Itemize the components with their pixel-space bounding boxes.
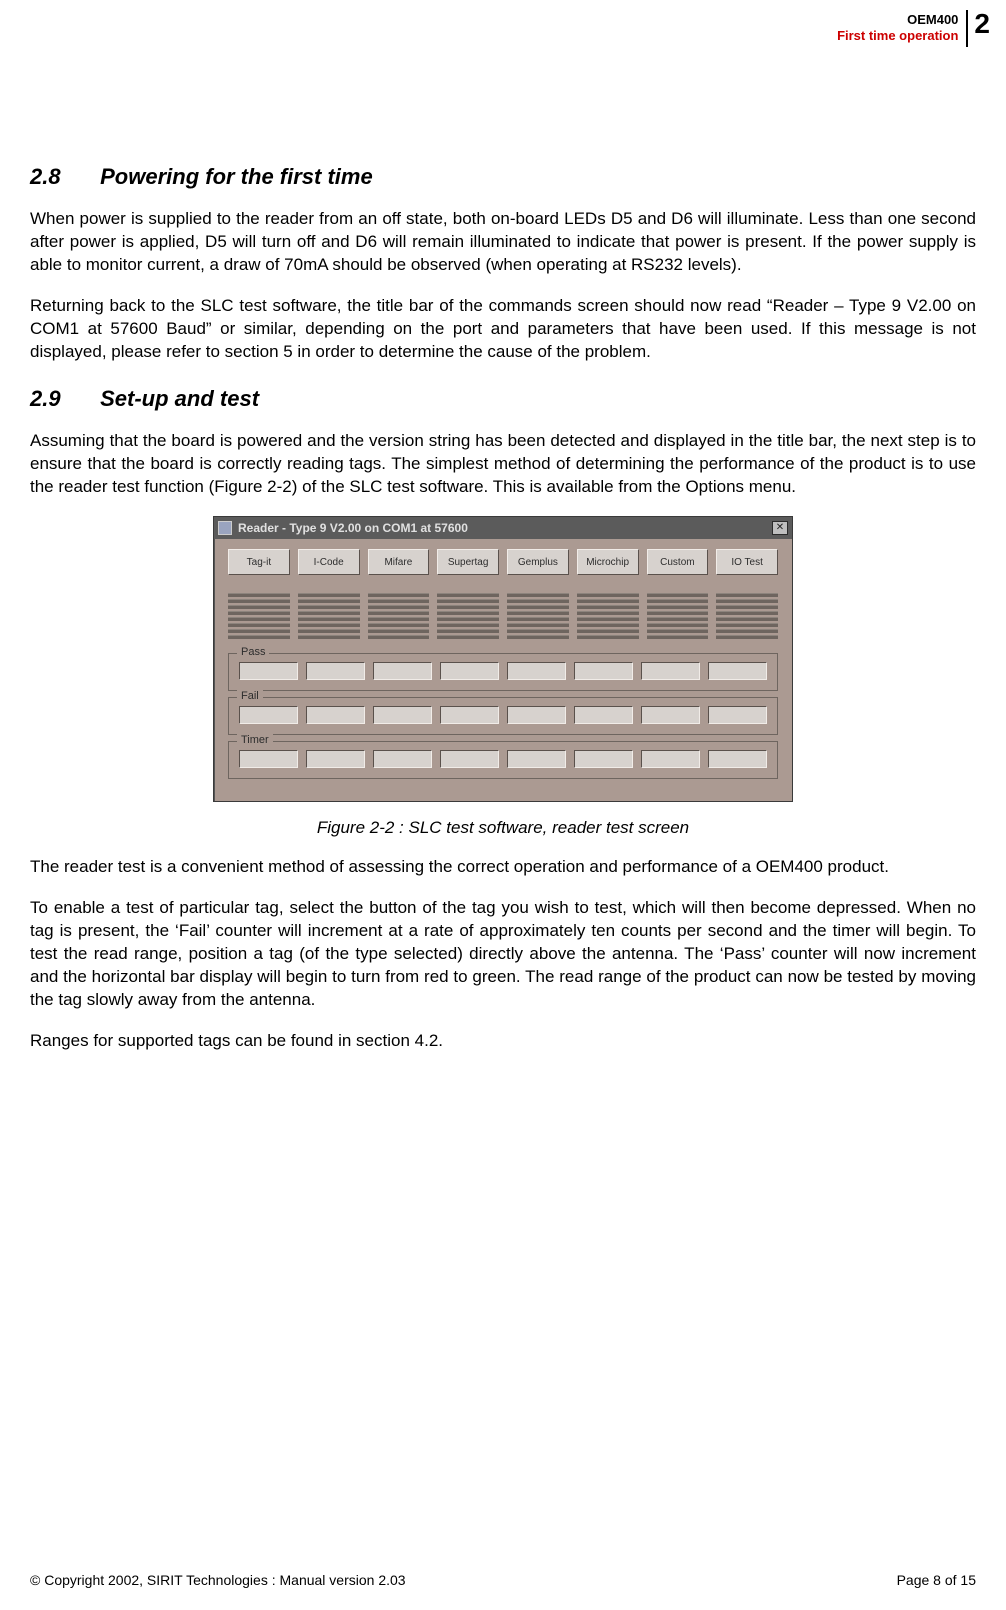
fail-field: [507, 706, 566, 724]
custom-button[interactable]: Custom: [647, 549, 709, 575]
pass-field: [708, 662, 767, 680]
window-body: Tag-it I-Code Mifare Supertag Gemplus Mi…: [214, 539, 792, 801]
fail-field: [239, 706, 298, 724]
icode-button[interactable]: I-Code: [298, 549, 360, 575]
header-separator: [966, 10, 968, 47]
bar-column: [298, 593, 360, 639]
heading-title: Set-up and test: [100, 386, 259, 411]
timer-field: [306, 750, 365, 768]
pass-field: [440, 662, 499, 680]
paragraph: Returning back to the SLC test software,…: [30, 295, 976, 364]
paragraph: When power is supplied to the reader fro…: [30, 208, 976, 277]
window-titlebar: Reader - Type 9 V2.00 on COM1 at 57600 ✕: [214, 517, 792, 539]
iotest-button[interactable]: IO Test: [716, 549, 778, 575]
close-button[interactable]: ✕: [772, 521, 788, 535]
page-footer: © Copyright 2002, SIRIT Technologies : M…: [30, 1572, 976, 1588]
fail-field: [440, 706, 499, 724]
fail-field: [306, 706, 365, 724]
header-product: OEM400: [907, 12, 958, 28]
pass-field: [641, 662, 700, 680]
pass-field: [306, 662, 365, 680]
microchip-button[interactable]: Microchip: [577, 549, 639, 575]
window-title: Reader - Type 9 V2.00 on COM1 at 57600: [238, 521, 772, 535]
header-chapter-number: 2: [974, 10, 990, 47]
paragraph: Assuming that the board is powered and t…: [30, 430, 976, 499]
fail-frame: Fail: [228, 697, 778, 735]
paragraph: The reader test is a convenient method o…: [30, 856, 976, 879]
frame-label-timer: Timer: [237, 734, 273, 746]
gemplus-button[interactable]: Gemplus: [507, 549, 569, 575]
header-section: First time operation: [837, 28, 958, 44]
heading-title: Powering for the first time: [100, 164, 373, 189]
figure-caption: Figure 2-2 : SLC test software, reader t…: [30, 818, 976, 838]
pass-field: [239, 662, 298, 680]
bar-column: [368, 593, 430, 639]
signal-bar-area: [228, 593, 778, 639]
page-header: OEM400 First time operation 2: [837, 10, 990, 47]
heading-2-8: 2.8 Powering for the first time: [30, 164, 976, 190]
timer-frame: Timer: [228, 741, 778, 779]
timer-field: [708, 750, 767, 768]
heading-number: 2.8: [30, 164, 94, 190]
timer-field: [440, 750, 499, 768]
pass-field: [574, 662, 633, 680]
heading-2-9: 2.9 Set-up and test: [30, 386, 976, 412]
mifare-button[interactable]: Mifare: [368, 549, 430, 575]
pass-field: [373, 662, 432, 680]
paragraph: Ranges for supported tags can be found i…: [30, 1030, 976, 1053]
bar-column: [437, 593, 499, 639]
paragraph: To enable a test of particular tag, sele…: [30, 897, 976, 1012]
fail-field: [373, 706, 432, 724]
footer-page-number: Page 8 of 15: [897, 1572, 976, 1588]
pass-frame: Pass: [228, 653, 778, 691]
bar-column: [577, 593, 639, 639]
header-text: OEM400 First time operation: [837, 10, 966, 47]
timer-field: [641, 750, 700, 768]
system-menu-icon[interactable]: [218, 521, 232, 535]
fail-field: [574, 706, 633, 724]
supertag-button[interactable]: Supertag: [437, 549, 499, 575]
bar-column: [647, 593, 709, 639]
bar-column: [228, 593, 290, 639]
timer-field: [574, 750, 633, 768]
heading-number: 2.9: [30, 386, 94, 412]
timer-field: [507, 750, 566, 768]
tag-button-row: Tag-it I-Code Mifare Supertag Gemplus Mi…: [228, 549, 778, 575]
timer-field: [373, 750, 432, 768]
fail-field: [708, 706, 767, 724]
bar-column: [507, 593, 569, 639]
fail-field: [641, 706, 700, 724]
figure-2-2: Reader - Type 9 V2.00 on COM1 at 57600 ✕…: [30, 516, 976, 802]
tagit-button[interactable]: Tag-it: [228, 549, 290, 575]
footer-copyright: © Copyright 2002, SIRIT Technologies : M…: [30, 1572, 406, 1588]
pass-field: [507, 662, 566, 680]
frame-label-fail: Fail: [237, 690, 263, 702]
bar-column: [716, 593, 778, 639]
timer-field: [239, 750, 298, 768]
frame-label-pass: Pass: [237, 646, 269, 658]
reader-test-window: Reader - Type 9 V2.00 on COM1 at 57600 ✕…: [213, 516, 793, 802]
page-content: 2.8 Powering for the first time When pow…: [30, 12, 976, 1053]
